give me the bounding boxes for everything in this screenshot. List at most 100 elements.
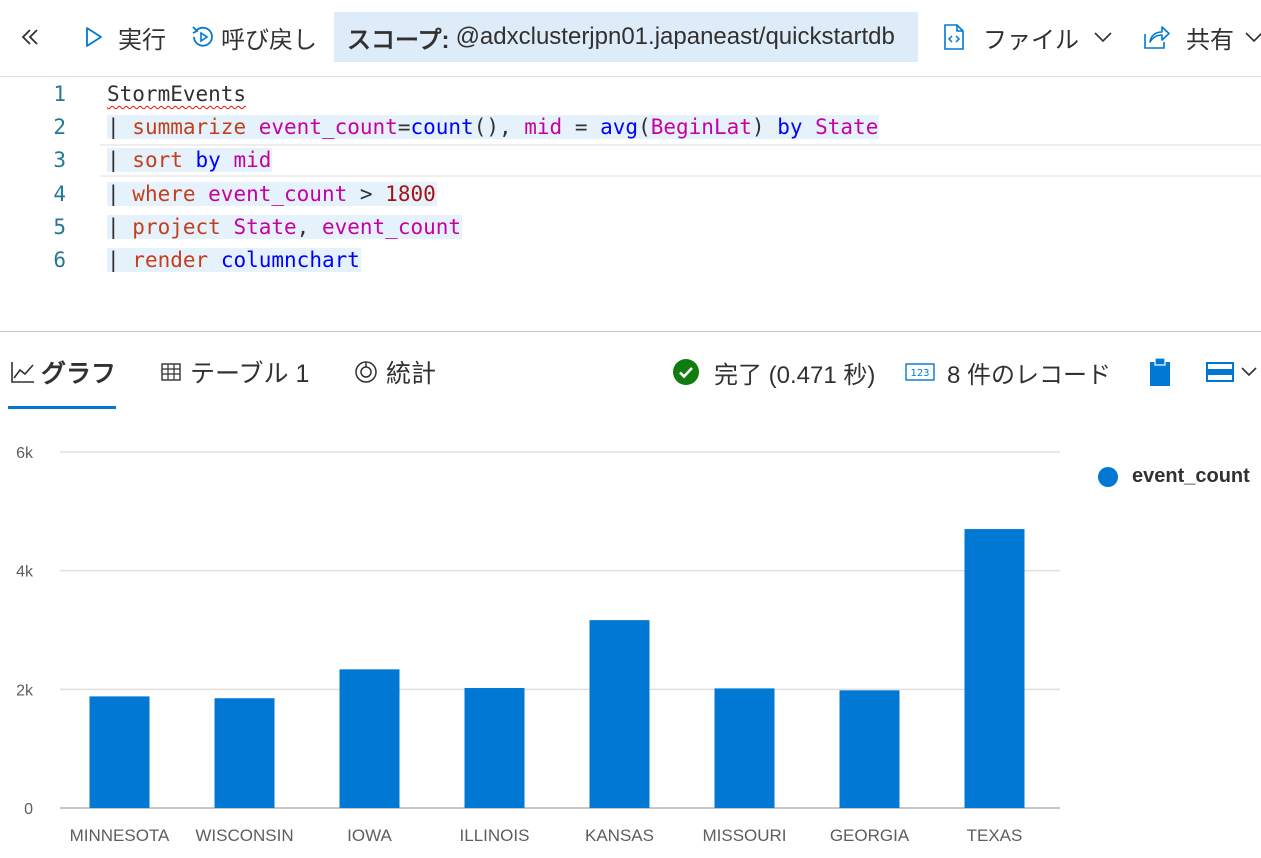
query-editor[interactable]: 1 StormEvents 2 | summarize event_count=cou… <box>0 76 1261 332</box>
bar[interactable] <box>714 688 775 808</box>
code-token: avg <box>600 115 639 140</box>
editor-line[interactable]: 5 | project State, event_count <box>0 211 1261 244</box>
y-tick-label: 0 <box>24 801 33 818</box>
run-button[interactable]: 実行 <box>82 12 166 62</box>
code-text: | where event_count > 1800 <box>107 181 437 206</box>
check-circle-icon <box>673 359 699 385</box>
bar[interactable] <box>89 696 150 808</box>
editor-line[interactable]: 4 | where event_count > 1800 <box>0 178 1261 211</box>
records-text: 8 件のレコード <box>947 361 1112 389</box>
code-token: , <box>296 214 322 239</box>
code-token: State <box>233 214 297 239</box>
tab-stats-label: 統計 <box>386 360 437 388</box>
code-token: BeginLat <box>650 115 752 140</box>
double-chevron-left-icon <box>21 29 38 45</box>
line-number: 1 <box>53 82 66 106</box>
editor-line[interactable]: 1 StormEvents <box>0 78 1261 111</box>
chevron-down-icon <box>1094 32 1112 43</box>
code-token: | <box>107 115 133 140</box>
x-tick-label: MISSOURI <box>702 826 786 845</box>
clipboard-icon <box>1150 357 1170 386</box>
bar[interactable] <box>464 688 525 808</box>
editor-line[interactable]: 3 | sort by mid <box>0 144 1261 178</box>
line-number: 5 <box>53 214 66 239</box>
code-token: = <box>397 115 411 140</box>
recall-button[interactable]: 呼び戻し <box>190 12 317 62</box>
legend-swatch <box>1098 466 1118 487</box>
tab-table-label: テーブル 1 <box>190 360 310 388</box>
chevron-down-icon <box>1245 32 1261 43</box>
x-tick-label: WISCONSIN <box>195 826 293 845</box>
tab-chart[interactable]: グラフ <box>10 352 116 392</box>
chart-canvas: 0 2k 4k 6k MINNESOTA WISCONSIN IOWA ILLINOIS KAN… <box>16 445 1060 845</box>
active-tab-indicator <box>8 406 116 409</box>
code-token: = <box>562 115 601 140</box>
code-token: by <box>195 148 234 173</box>
file-code-icon <box>944 24 964 50</box>
code-token: | <box>107 248 133 272</box>
code-text: | summarize event_count=count(), mid = a… <box>107 115 880 140</box>
code-token: > <box>347 181 386 206</box>
code-token: | <box>107 148 133 173</box>
table-icon <box>161 363 181 381</box>
scope-value: @adxclusterjpn01.japaneast/quickstartdb <box>455 23 895 50</box>
panel-layout-icon <box>1206 362 1234 382</box>
chart-legend[interactable]: event_count <box>1098 465 1250 488</box>
code-text: | sort by mid <box>107 148 273 173</box>
code-token: StormEvents <box>107 82 247 106</box>
share-menu-button[interactable]: 共有 <box>1142 12 1261 62</box>
query-toolbar: 実行 呼び戻し スコープ: @adxclusterjpn01.japaneast… <box>0 0 1261 76</box>
collapse-pane-button[interactable] <box>18 12 42 62</box>
code-token: event_count <box>208 181 348 206</box>
code-text: | project State, event_count <box>107 214 463 239</box>
line-number: 4 <box>53 181 66 206</box>
code-token: render <box>132 248 221 272</box>
bar[interactable] <box>589 620 650 808</box>
code-text: StormEvents <box>107 82 247 106</box>
code-text: | render columnchart <box>107 248 361 272</box>
code-token: ( <box>638 115 651 140</box>
y-tick-label: 2k <box>16 682 34 699</box>
code-token: | <box>107 181 133 206</box>
code-token: count <box>410 115 474 140</box>
x-tick-label: KANSAS <box>585 826 654 845</box>
bar[interactable] <box>964 529 1025 808</box>
results-bar: グラフ テーブル 1 統計 完了 (0.471 秒) 123 8 件のレコード <box>0 332 1261 412</box>
stats-icon <box>355 361 377 383</box>
current-line-highlight <box>100 144 1261 178</box>
bar[interactable] <box>339 669 400 808</box>
record-count: 123 8 件のレコード <box>905 352 1111 392</box>
file-menu-button[interactable]: ファイル <box>941 12 1113 62</box>
recall-label: 呼び戻し <box>221 26 317 54</box>
editor-line[interactable]: 2 | summarize event_count=count(), mid = … <box>0 111 1261 144</box>
bar[interactable] <box>214 698 275 808</box>
code-token: ) <box>751 115 778 140</box>
code-token: columnchart <box>220 248 360 272</box>
code-token: project <box>132 214 234 239</box>
code-token: State <box>815 115 879 140</box>
share-label: 共有 <box>1186 26 1234 54</box>
code-token: | <box>107 214 133 239</box>
line-number: 2 <box>53 115 66 140</box>
x-tick-label: MINNESOTA <box>70 826 170 845</box>
editor-line[interactable]: 6 | render columnchart <box>0 244 1261 277</box>
copy-results-button[interactable] <box>1148 352 1172 392</box>
code-token: event_count <box>321 214 462 239</box>
tab-stats[interactable]: 統計 <box>354 352 436 392</box>
x-tick-label: ILLINOIS <box>460 826 530 845</box>
code-token: (), <box>473 115 525 140</box>
share-icon <box>1144 26 1170 49</box>
code-token: 1800 <box>385 181 436 206</box>
code-token: mid <box>524 115 563 140</box>
query-status: 完了 (0.471 秒) <box>672 352 875 392</box>
run-label: 実行 <box>118 26 166 54</box>
line-number: 6 <box>53 248 66 272</box>
recall-icon <box>192 26 213 47</box>
tab-table[interactable]: テーブル 1 <box>160 352 309 392</box>
x-tick-label: TEXAS <box>967 826 1023 845</box>
column-chart: 0 2k 4k 6k MINNESOTA WISCONSIN IOWA ILLINOIS KAN… <box>0 420 1261 853</box>
bar[interactable] <box>839 690 900 808</box>
layout-menu-button[interactable] <box>1206 352 1258 392</box>
code-token: event_count <box>258 115 398 140</box>
line-number: 3 <box>53 148 66 173</box>
